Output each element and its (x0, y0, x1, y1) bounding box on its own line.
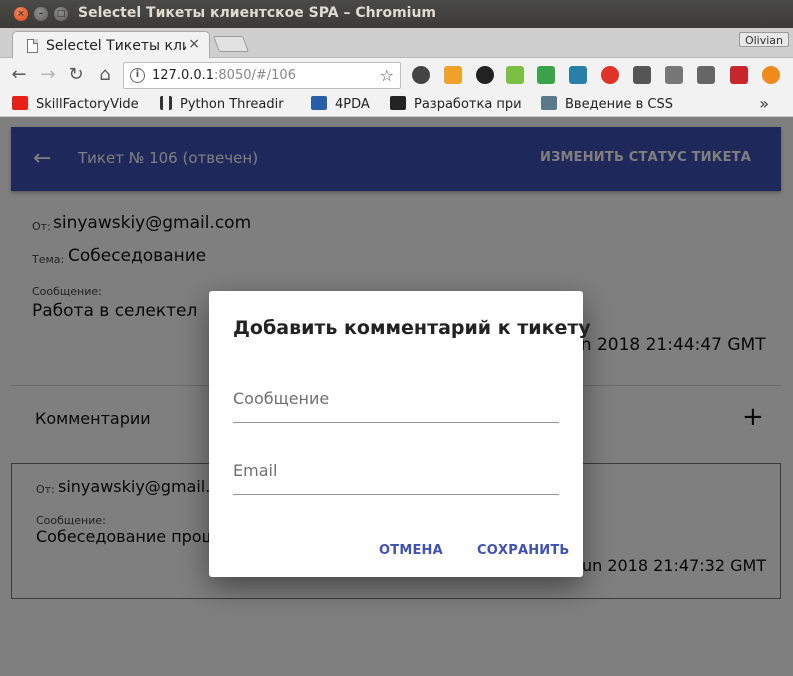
browser-tab[interactable]: Selectel Тикеты кли × (12, 31, 210, 59)
page-content: ← Тикет № 106 (отвечен) ИЗМЕНИТЬ СТАТУС … (0, 117, 793, 676)
field-underline (233, 494, 559, 495)
save-button[interactable]: СОХРАНИТЬ (477, 543, 570, 558)
zero-one-icon[interactable] (633, 66, 651, 84)
email-placeholder: Email (233, 461, 278, 480)
green-ext-icon[interactable] (506, 66, 524, 84)
reload-button[interactable]: ↻ (65, 64, 87, 86)
tab-close-icon[interactable]: × (188, 36, 200, 52)
fourpda-icon (311, 96, 327, 110)
radio-icon[interactable] (412, 66, 430, 84)
alert-icon[interactable] (444, 66, 462, 84)
window-titlebar: × – □ Selectel Тикеты клиентское SPA – C… (0, 0, 793, 28)
bookmark-item[interactable]: SkillFactoryVide (12, 95, 139, 114)
address-bar[interactable]: i 127.0.0.1:8050/#/106 ☆ (123, 62, 401, 89)
bookmark-item[interactable]: 4PDA (311, 95, 370, 114)
bookmarks-more-button[interactable]: » (759, 94, 769, 113)
tab-label: Selectel Тикеты кли (46, 38, 186, 54)
hab-icon (390, 96, 406, 110)
bookmark-star-icon[interactable]: ☆ (380, 66, 394, 85)
add-comment-dialog: Добавить комментарий к тикету Сообщение … (209, 291, 591, 577)
tab-strip: Selectel Тикеты кли × Olivian (0, 28, 793, 59)
window-title: Selectel Тикеты клиентское SPA – Chromiu… (78, 5, 437, 21)
window-minimize-button[interactable]: – (34, 7, 48, 21)
opera-icon[interactable] (601, 66, 619, 84)
page-icon (27, 39, 38, 53)
bookmark-item[interactable]: Python Threadir (160, 95, 284, 114)
cancel-button[interactable]: ОТМЕНА (379, 543, 443, 558)
profile-button[interactable]: Olivian (738, 32, 789, 47)
address-url: 127.0.0.1:8050/#/106 (152, 68, 296, 83)
new-ext-icon[interactable] (537, 66, 555, 84)
warning-icon[interactable] (762, 66, 780, 84)
info-icon[interactable]: i (130, 68, 145, 83)
code-icon[interactable] (697, 66, 715, 84)
message-placeholder: Сообщение (233, 389, 330, 408)
message-field[interactable]: Сообщение (233, 383, 559, 423)
email-field[interactable]: Email (233, 455, 559, 495)
forward-button[interactable]: → (37, 64, 59, 86)
bookmark-item[interactable]: Разработка при (390, 95, 522, 114)
back-button[interactable]: ← (8, 64, 30, 86)
dialog-title: Добавить комментарий к тикету (233, 317, 591, 339)
paw-icon[interactable] (476, 66, 494, 84)
bars-icon (160, 96, 172, 110)
h-icon (541, 96, 557, 110)
triangle-icon[interactable] (569, 66, 587, 84)
home-button[interactable]: ⌂ (94, 64, 116, 86)
bookmarks-bar: SkillFactoryVide Python Threadir 4PDA Ра… (0, 92, 793, 117)
youtube-icon (12, 96, 28, 110)
red-grid-icon[interactable] (730, 66, 748, 84)
new-tab-button[interactable] (213, 36, 249, 52)
browser-toolbar: ← → ↻ ⌂ i 127.0.0.1:8050/#/106 ☆ (0, 58, 793, 92)
gear-icon[interactable] (665, 66, 683, 84)
bookmark-item[interactable]: Введение в CSS (541, 95, 673, 114)
window-maximize-button[interactable]: □ (54, 7, 68, 21)
window-close-button[interactable]: × (14, 7, 28, 21)
field-underline (233, 422, 559, 423)
